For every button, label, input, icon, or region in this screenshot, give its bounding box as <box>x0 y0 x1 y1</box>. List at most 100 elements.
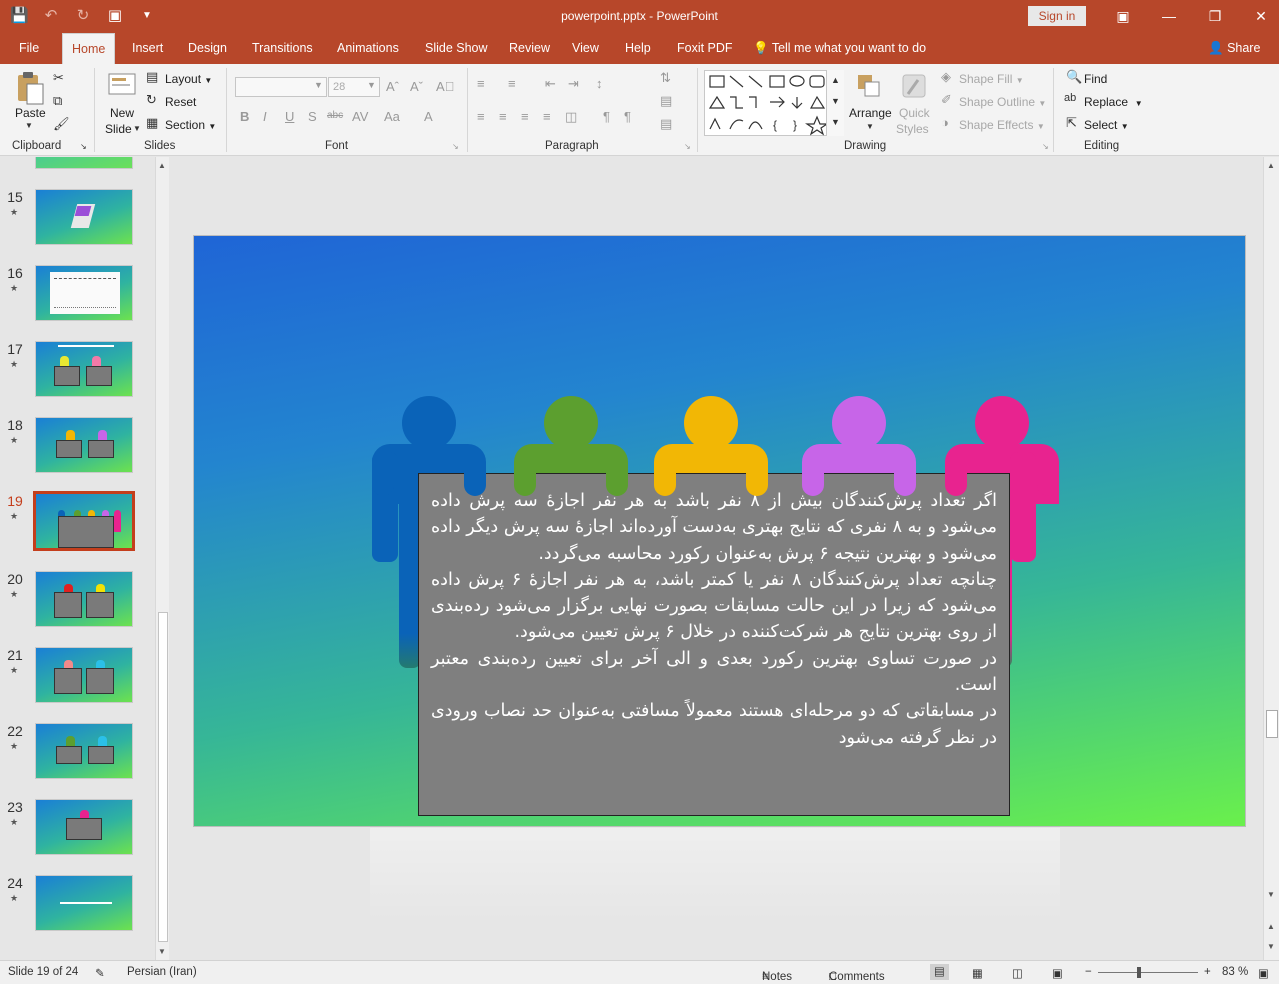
slide-thumbnail[interactable] <box>35 417 133 473</box>
tab-foxit-pdf[interactable]: Foxit PDF <box>668 33 742 64</box>
maximize-button[interactable]: ❐ <box>1192 4 1238 28</box>
increase-font-size-icon[interactable]: Aˆ <box>386 79 399 94</box>
strikethrough-icon[interactable]: abc <box>327 110 343 121</box>
tab-home[interactable]: Home <box>62 33 116 64</box>
thumbnail-row[interactable]: 22 ★ <box>0 723 155 783</box>
slide-thumbnail[interactable] <box>35 341 133 397</box>
slide-sorter-icon[interactable]: ▦ <box>972 966 983 980</box>
bullets-icon[interactable]: ≡ <box>477 76 485 91</box>
text-direction-icon[interactable]: ⇅ <box>660 70 671 86</box>
convert-to-smartart-icon[interactable]: ▤ <box>660 116 672 132</box>
language-indicator[interactable]: Persian (Iran) <box>127 966 197 978</box>
find-button[interactable]: Find <box>1084 72 1107 86</box>
spell-check-icon[interactable]: ✎ <box>95 966 105 980</box>
tab-animations[interactable]: Animations <box>328 33 408 64</box>
scroll-down-icon[interactable]: ▼ <box>1267 890 1275 899</box>
minimize-button[interactable]: — <box>1146 4 1192 28</box>
fit-to-window-icon[interactable]: ▣ <box>1258 966 1269 980</box>
thumbnail-row[interactable]: 24 ★ <box>0 875 155 935</box>
slide-thumbnail-selected[interactable] <box>33 491 135 551</box>
zoom-out-icon[interactable]: − <box>1085 966 1092 978</box>
slide-canvas[interactable]: اگر تعداد پرش‌کنندگان بیش از ۸ نفر باشد … <box>193 235 1246 827</box>
font-size-dropdown-icon[interactable]: ▼ <box>367 80 376 90</box>
font-color-icon[interactable]: A <box>424 109 433 124</box>
thumbnail-row[interactable]: 18 ★ <box>0 417 155 477</box>
tell-me-search[interactable]: 💡 Tell me what you want to do <box>753 33 926 64</box>
slide-scrollbar[interactable]: ▲ ▼ ▲ ▼ <box>1263 157 1279 960</box>
slide-thumbnail[interactable] <box>35 571 133 627</box>
new-slide-button-label[interactable]: Slide <box>105 122 132 136</box>
tab-file[interactable]: File <box>10 33 48 64</box>
layout-button[interactable]: Layout ▼ <box>165 72 212 86</box>
slide-thumbnail[interactable] <box>35 265 133 321</box>
replace-button[interactable]: Replace ▼ <box>1084 95 1143 109</box>
slide-thumbnail[interactable] <box>35 647 133 703</box>
tab-transitions[interactable]: Transitions <box>243 33 322 64</box>
share-button[interactable]: 👤 Share <box>1208 33 1260 64</box>
select-button[interactable]: Select ▼ <box>1084 118 1129 132</box>
increase-indent-icon[interactable]: ⇥ <box>568 76 579 92</box>
paste-dropdown-icon[interactable]: ▼ <box>25 121 33 130</box>
character-spacing-icon[interactable]: AV <box>352 109 368 124</box>
section-button[interactable]: Section ▼ <box>165 118 216 132</box>
thumbnail-row[interactable]: 17 ★ <box>0 341 155 401</box>
new-slide-dropdown-icon[interactable]: ▼ <box>133 124 141 133</box>
slide-show-icon[interactable]: ▣ <box>1052 966 1063 980</box>
thumbnail-row[interactable]: 16 ★ <box>0 265 155 325</box>
zoom-slider[interactable] <box>1098 972 1198 973</box>
thumbnail-row[interactable]: 23 ★ <box>0 799 155 859</box>
shapes-gallery-scroll[interactable]: ▲ ▼ ▼ <box>826 70 844 136</box>
scroll-up-icon[interactable]: ▲ <box>158 161 166 170</box>
reset-button[interactable]: Reset <box>165 95 196 109</box>
slide-thumbnail[interactable] <box>35 157 133 169</box>
sign-in-button[interactable]: Sign in <box>1028 6 1086 26</box>
scroll-thumb[interactable] <box>1266 710 1278 738</box>
ribbon-display-options-icon[interactable]: ▣ <box>1100 4 1146 28</box>
italic-icon[interactable]: I <box>263 109 267 124</box>
reading-view-icon[interactable]: ◫ <box>1012 966 1023 980</box>
align-center-icon[interactable]: ≡ <box>499 109 507 124</box>
slide-thumbnail[interactable] <box>35 799 133 855</box>
slide-thumbnail-pane[interactable]: 15 ★ 16 ★ 17 ★ 18 ★ 19 ★ 20 ★ 21 ★ 22 ★ … <box>0 157 155 960</box>
tab-design[interactable]: Design <box>179 33 236 64</box>
clear-formatting-icon[interactable]: A⃠ <box>436 79 454 94</box>
new-slide-button[interactable]: New <box>110 106 134 120</box>
paste-icon[interactable] <box>15 72 45 105</box>
decrease-indent-icon[interactable]: ⇤ <box>545 76 556 92</box>
new-slide-icon[interactable] <box>107 70 137 100</box>
arrange-dropdown-icon[interactable]: ▼ <box>866 122 874 131</box>
scroll-down-icon[interactable]: ▼ <box>158 947 166 956</box>
clipboard-launcher-icon[interactable]: ↘ <box>80 142 87 151</box>
quick-styles-icon[interactable] <box>900 72 930 102</box>
change-case-icon[interactable]: Aa <box>384 109 400 124</box>
scroll-thumb[interactable] <box>158 612 168 942</box>
paragraph-launcher-icon[interactable]: ↘ <box>684 142 691 151</box>
thumbnail-scrollbar[interactable]: ▲ ▼ <box>155 157 169 960</box>
arrange-button[interactable]: Arrange <box>849 106 892 120</box>
line-spacing-icon[interactable]: ↕ <box>596 76 603 91</box>
quick-styles-button[interactable]: Quick <box>899 106 930 120</box>
bold-icon[interactable]: B <box>240 109 249 124</box>
zoom-in-icon[interactable]: + <box>1204 966 1211 978</box>
font-launcher-icon[interactable]: ↘ <box>452 142 459 151</box>
close-button[interactable]: ✕ <box>1238 4 1279 28</box>
arrange-icon[interactable] <box>855 72 885 102</box>
decrease-font-size-icon[interactable]: Aˇ <box>410 79 423 94</box>
columns-icon[interactable]: ◫ <box>565 109 577 125</box>
tab-slide-show[interactable]: Slide Show <box>416 33 497 64</box>
shape-outline-button[interactable]: Shape Outline ▼ <box>959 95 1046 109</box>
slide-thumbnail[interactable] <box>35 723 133 779</box>
tab-view[interactable]: View <box>563 33 608 64</box>
thumbnail-row[interactable]: 20 ★ <box>0 571 155 631</box>
thumbnail-row[interactable]: 19 ★ <box>0 491 155 553</box>
justify-icon[interactable]: ≡ <box>543 109 551 124</box>
next-slide-icon[interactable]: ▼ <box>1267 942 1275 951</box>
copy-icon[interactable]: ⧉ <box>53 93 62 109</box>
tab-insert[interactable]: Insert <box>123 33 172 64</box>
previous-slide-icon[interactable]: ▲ <box>1267 922 1275 931</box>
underline-icon[interactable]: U <box>285 109 294 124</box>
shapes-gallery[interactable]: {} <box>704 70 844 136</box>
quick-styles-button-label[interactable]: Styles <box>896 122 929 136</box>
ltr-direction-icon[interactable]: ¶ <box>603 109 610 124</box>
align-text-icon[interactable]: ▤ <box>660 93 672 109</box>
